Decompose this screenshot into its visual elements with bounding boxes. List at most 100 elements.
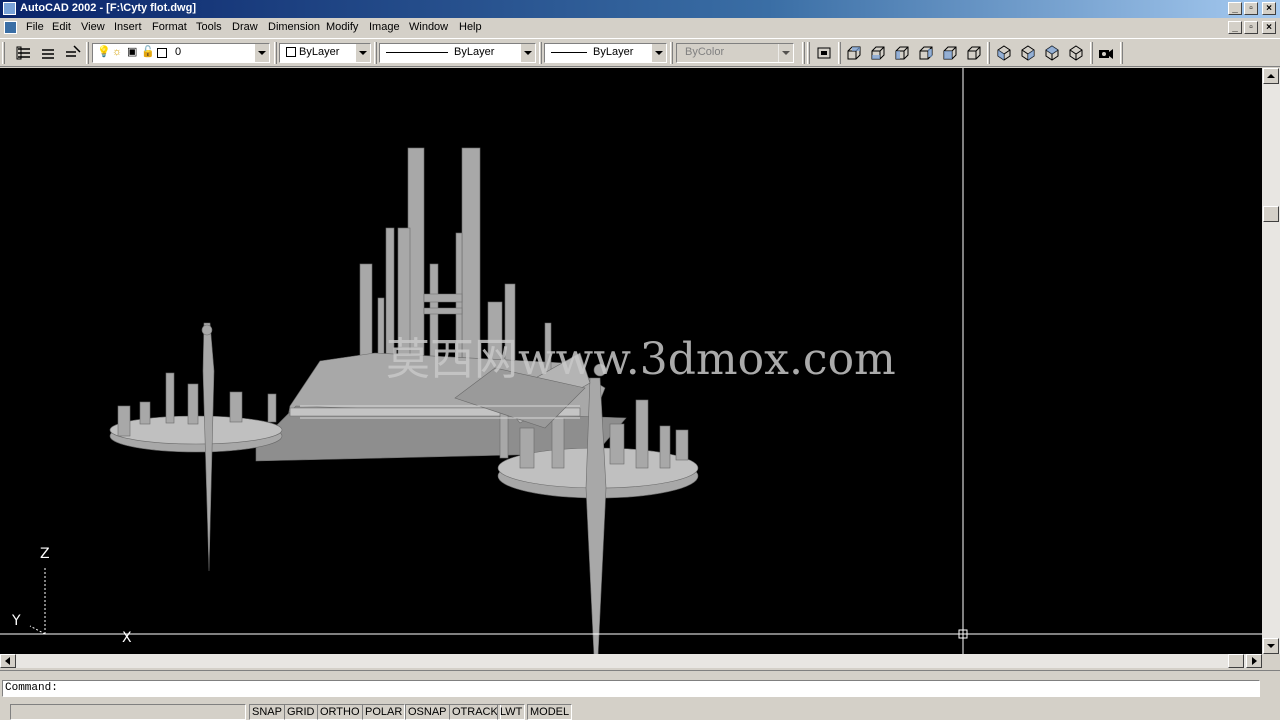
- toolbar-grip[interactable]: [86, 42, 89, 64]
- toolbar-grip[interactable]: [274, 42, 277, 64]
- toolbar-grip[interactable]: [1090, 42, 1093, 64]
- menu-file[interactable]: File: [26, 21, 44, 33]
- toolbar-grip[interactable]: [1120, 42, 1123, 64]
- right-view-icon[interactable]: [917, 44, 935, 62]
- left-view-icon[interactable]: [893, 44, 911, 62]
- plotstyle-value: ByColor: [685, 46, 725, 58]
- otrack-toggle[interactable]: OTRACK: [449, 704, 501, 720]
- bottom-view-icon[interactable]: [869, 44, 887, 62]
- ucs-icon: [29, 566, 120, 635]
- horizontal-scroll-thumb[interactable]: [1228, 654, 1244, 668]
- linetype-preview: [386, 51, 448, 53]
- ucs-x-label: X: [122, 630, 132, 646]
- menu-draw[interactable]: Draw: [232, 21, 258, 33]
- layer-color-swatch: [157, 48, 167, 58]
- menu-modify[interactable]: Modify: [326, 21, 358, 33]
- toolbar-grip[interactable]: [987, 42, 990, 64]
- menu-tools[interactable]: Tools: [196, 21, 222, 33]
- title-bar: AutoCAD 2002 - [F:\Cyty flot.dwg] _ ▫ ×: [0, 0, 1280, 18]
- menu-edit[interactable]: Edit: [52, 21, 71, 33]
- nw-isometric-view-icon[interactable]: [1067, 44, 1085, 62]
- scroll-up-icon[interactable]: [1263, 68, 1279, 84]
- horizontal-scrollbar[interactable]: [0, 654, 1262, 668]
- linetype-control-dropdown[interactable]: ByLayer: [379, 43, 536, 63]
- color-swatch: [286, 47, 296, 58]
- document-icon[interactable]: [4, 21, 17, 34]
- camera-icon[interactable]: [1097, 44, 1115, 62]
- doc-minimize-icon[interactable]: _: [1228, 21, 1242, 34]
- watermark-text: 莫西网www.3dmox.com: [386, 334, 896, 385]
- vertical-scroll-thumb[interactable]: [1263, 206, 1279, 222]
- autocad-app-icon[interactable]: [3, 2, 16, 15]
- top-view-icon[interactable]: [845, 44, 863, 62]
- se-isometric-view-icon[interactable]: [1019, 44, 1037, 62]
- lineweight-control-dropdown[interactable]: ByLayer: [544, 43, 667, 63]
- restore-icon[interactable]: ▫: [1244, 2, 1258, 15]
- front-view-icon[interactable]: [941, 44, 959, 62]
- chevron-down-icon[interactable]: [355, 44, 370, 62]
- layer-control-dropdown[interactable]: 💡 ☼ ▣ 🔓 0: [92, 43, 270, 63]
- floating-city-model: [109, 147, 699, 654]
- chevron-down-icon[interactable]: [651, 44, 666, 62]
- close-icon[interactable]: ×: [1262, 2, 1276, 15]
- chevron-down-icon: [778, 44, 793, 62]
- command-line-input[interactable]: Command:: [2, 680, 1260, 697]
- scroll-down-icon[interactable]: [1263, 638, 1279, 654]
- toolbar-grip[interactable]: [807, 42, 810, 64]
- layers-icon[interactable]: [16, 44, 34, 62]
- model-viewport: 莫西网www.3dmox.com Z Y X: [0, 68, 1262, 654]
- make-object-layer-current-icon[interactable]: [64, 44, 82, 62]
- toolbar-grip[interactable]: [838, 42, 841, 64]
- layer-thaw-icon: ☼: [112, 46, 123, 58]
- toolbar-grip[interactable]: [802, 42, 805, 64]
- polar-toggle[interactable]: POLAR: [362, 704, 406, 720]
- scroll-left-icon[interactable]: [0, 654, 16, 668]
- ucs-y-label: Y: [11, 613, 21, 629]
- ortho-toggle[interactable]: ORTHO: [317, 704, 363, 720]
- snap-toggle[interactable]: SNAP: [249, 704, 285, 720]
- menu-help[interactable]: Help: [459, 21, 482, 33]
- layer-on-icon: 💡: [97, 46, 111, 58]
- menu-image[interactable]: Image: [369, 21, 400, 33]
- plotstyle-control-dropdown: ByColor: [676, 43, 794, 63]
- ucs-z-label: Z: [40, 546, 50, 562]
- toolbar-grip[interactable]: [374, 42, 377, 64]
- menu-insert[interactable]: Insert: [114, 21, 142, 33]
- drawing-canvas[interactable]: 莫西网www.3dmox.com Z Y X: [0, 68, 1262, 654]
- sw-isometric-view-icon[interactable]: [995, 44, 1013, 62]
- doc-close-icon[interactable]: ×: [1262, 21, 1276, 34]
- linetype-value: ByLayer: [454, 46, 495, 58]
- minimize-icon[interactable]: _: [1228, 2, 1242, 15]
- toolbar-grip[interactable]: [2, 42, 5, 64]
- layer-viewport-icon: ▣: [127, 46, 138, 58]
- layer-name: 0: [175, 46, 182, 58]
- chevron-down-icon[interactable]: [254, 44, 269, 62]
- toolbar-grip[interactable]: [539, 42, 542, 64]
- grid-toggle[interactable]: GRID: [284, 704, 318, 720]
- osnap-toggle[interactable]: OSNAP: [405, 704, 450, 720]
- coordinate-display: [10, 704, 246, 720]
- menu-dimension[interactable]: Dimension: [268, 21, 320, 33]
- menu-bar: File Edit View Insert Format Tools Draw …: [0, 18, 1280, 37]
- layer-previous-icon[interactable]: [40, 44, 58, 62]
- menu-window[interactable]: Window: [409, 21, 448, 33]
- doc-restore-icon[interactable]: ▫: [1244, 21, 1258, 34]
- lineweight-preview: [551, 51, 587, 53]
- color-control-dropdown[interactable]: ByLayer: [279, 43, 371, 63]
- lwt-toggle[interactable]: LWT: [497, 704, 526, 720]
- chevron-down-icon[interactable]: [520, 44, 535, 62]
- command-prompt: Command:: [5, 682, 58, 694]
- named-views-icon[interactable]: [816, 44, 834, 62]
- color-value: ByLayer: [299, 46, 340, 58]
- object-properties-toolbar: 💡 ☼ ▣ 🔓 0 ByLayer ByLayer ByLayer ByColo…: [0, 38, 1280, 67]
- toolbar-grip[interactable]: [670, 42, 673, 64]
- window-title: AutoCAD 2002 - [F:\Cyty flot.dwg]: [20, 2, 196, 14]
- ne-isometric-view-icon[interactable]: [1043, 44, 1061, 62]
- vertical-scrollbar[interactable]: [1262, 68, 1280, 654]
- scroll-right-icon[interactable]: [1246, 654, 1262, 668]
- menu-view[interactable]: View: [81, 21, 105, 33]
- back-view-icon[interactable]: [965, 44, 983, 62]
- lineweight-value: ByLayer: [593, 46, 634, 58]
- menu-format[interactable]: Format: [152, 21, 187, 33]
- model-toggle[interactable]: MODEL: [527, 704, 573, 720]
